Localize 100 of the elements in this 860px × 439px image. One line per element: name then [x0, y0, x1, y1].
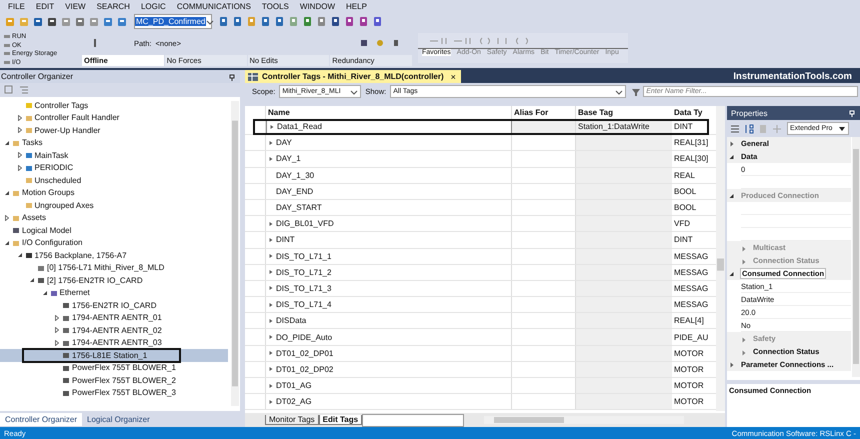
- table-cell[interactable]: DAY_END: [266, 184, 512, 199]
- expand-arrow-icon[interactable]: [729, 154, 735, 160]
- table-cell[interactable]: DT01_AG: [266, 378, 512, 394]
- table-cell[interactable]: DIS_TO_L71_3: [266, 280, 512, 296]
- expand-arrow-icon[interactable]: [54, 314, 60, 321]
- collapse-arrow-icon[interactable]: [16, 252, 22, 258]
- expand-arrow-icon[interactable]: [16, 114, 22, 121]
- expand-arrow-icon[interactable]: [268, 140, 274, 146]
- table-cell[interactable]: DINT: [266, 232, 512, 248]
- pin-icon[interactable]: [228, 72, 236, 80]
- collapse-icon[interactable]: [3, 84, 15, 96]
- tree-item[interactable]: I/O Configuration: [0, 236, 228, 249]
- expand-arrow-icon[interactable]: [729, 140, 735, 146]
- tree-item[interactable]: Ethernet: [0, 286, 228, 299]
- collapse-arrow-icon[interactable]: [29, 277, 35, 284]
- expand-arrow-icon[interactable]: [54, 340, 60, 346]
- menu-item[interactable]: HELP: [346, 2, 367, 10]
- expand-arrow-icon[interactable]: [54, 327, 60, 334]
- column-header[interactable]: Alias For: [512, 106, 576, 119]
- expand-arrow-icon[interactable]: [268, 236, 274, 243]
- tree-item[interactable]: MainTask: [0, 149, 228, 162]
- tree-item[interactable]: Controller Tags: [0, 99, 228, 112]
- scrollbar[interactable]: [484, 416, 684, 424]
- table-cell[interactable]: DAY: [266, 135, 512, 150]
- menu-item[interactable]: EDIT: [36, 2, 54, 10]
- table-cell[interactable]: DIS_TO_L71_2: [266, 264, 512, 280]
- menu-item[interactable]: TOOLS: [262, 2, 289, 10]
- table-cell[interactable]: DIS_TO_L71_1: [266, 248, 512, 264]
- tree-item[interactable]: Assets: [0, 212, 228, 224]
- tree-item[interactable]: 1794-AENTR AENTR_03: [0, 336, 228, 349]
- categorized-icon[interactable]: [729, 122, 741, 134]
- scrollbar[interactable]: [231, 101, 239, 406]
- expand-arrow-icon[interactable]: [268, 350, 274, 356]
- menu-item[interactable]: COMMUNICATIONS: [176, 2, 251, 10]
- column-header[interactable]: Name: [266, 106, 512, 119]
- expand-arrow-icon[interactable]: [268, 334, 274, 340]
- tree-item[interactable]: [0] 1756-L71 Mithi_River_8_MLD: [0, 262, 228, 274]
- collapse-arrow-icon[interactable]: [4, 140, 10, 146]
- tree-item[interactable]: 1794-AENTR AENTR_02: [0, 324, 228, 336]
- table-cell[interactable]: DISData: [266, 313, 512, 328]
- tree-item[interactable]: PERIODIC: [0, 162, 228, 174]
- sheet-tab[interactable]: Edit Tags: [318, 415, 362, 425]
- collapse-arrow-icon[interactable]: [4, 190, 10, 196]
- menu-item[interactable]: VIEW: [65, 2, 86, 10]
- tab-name-field[interactable]: [362, 414, 464, 426]
- expand-icon[interactable]: [18, 84, 30, 96]
- expand-arrow-icon[interactable]: [729, 270, 735, 276]
- table-cell[interactable]: DT01_02_DP01: [266, 346, 512, 361]
- tree-item[interactable]: PowerFlex 755T BLOWER_2: [0, 374, 228, 386]
- tree-item[interactable]: 1756-L81E Station_1: [0, 349, 228, 362]
- expand-arrow-icon[interactable]: [16, 164, 22, 171]
- tree-item[interactable]: Controller Fault Handler: [0, 112, 228, 124]
- expand-arrow-icon[interactable]: [268, 318, 274, 324]
- table-cell[interactable]: DAY_1: [266, 151, 512, 167]
- expand-arrow-icon[interactable]: [268, 382, 274, 389]
- expand-arrow-icon[interactable]: [268, 220, 274, 227]
- expand-arrow-icon[interactable]: [268, 302, 274, 308]
- close-icon[interactable]: ×: [450, 72, 456, 82]
- menu-item[interactable]: FILE: [8, 2, 25, 10]
- expand-arrow-icon[interactable]: [269, 124, 275, 130]
- panel-tab[interactable]: Controller Organizer: [0, 412, 82, 426]
- expand-arrow-icon[interactable]: [268, 285, 274, 292]
- expand-arrow-icon[interactable]: [16, 127, 22, 134]
- tree-item[interactable]: [2] 1756-EN2TR IO_CARD: [0, 274, 228, 286]
- panel-tab[interactable]: Logical Organizer: [82, 412, 155, 426]
- collapse-arrow-icon[interactable]: [4, 240, 10, 246]
- expand-arrow-icon[interactable]: [268, 269, 274, 276]
- column-header[interactable]: Data Ty: [672, 106, 717, 119]
- tree-item[interactable]: Unscheduled: [0, 174, 228, 186]
- tree-item[interactable]: Logical Model: [0, 224, 228, 236]
- document-tab[interactable]: Controller Tags - Mithi_River_8_MLD(controller) ×: [245, 70, 461, 83]
- tree-item[interactable]: PowerFlex 755T BLOWER_3: [0, 386, 228, 399]
- table-cell[interactable]: DIG_BL01_VFD: [266, 216, 512, 232]
- tree-item[interactable]: Tasks: [0, 136, 228, 149]
- table-cell[interactable]: DO_PIDE_Auto: [266, 329, 512, 345]
- tree-item[interactable]: 1756 Backplane, 1756-A7: [0, 249, 228, 262]
- tree-item[interactable]: 1756-EN2TR IO_CARD: [0, 299, 228, 312]
- menu-item[interactable]: SEARCH: [96, 2, 130, 10]
- expand-arrow-icon[interactable]: [16, 152, 22, 158]
- tree-item[interactable]: PowerFlex 755T BLOWER_1: [0, 362, 228, 374]
- expand-arrow-icon[interactable]: [268, 156, 274, 162]
- menu-item[interactable]: LOGIC: [140, 2, 166, 10]
- table-cell[interactable]: DT02_AG: [266, 394, 512, 410]
- scrollbar[interactable]: [716, 106, 725, 411]
- column-header[interactable]: Base Tag: [576, 106, 672, 119]
- table-cell[interactable]: DT01_02_DP02: [266, 362, 512, 377]
- tree-item[interactable]: 1794-AENTR AENTR_01: [0, 312, 228, 324]
- expand-arrow-icon[interactable]: [268, 398, 274, 405]
- scrollbar[interactable]: [852, 137, 860, 377]
- sort-icon[interactable]: [743, 122, 755, 134]
- expand-arrow-icon[interactable]: [268, 253, 274, 260]
- tree-item[interactable]: Motion Groups: [0, 186, 228, 199]
- table-cell[interactable]: DAY_1_30: [266, 168, 512, 183]
- tree-item[interactable]: Ungrouped Axes: [0, 199, 228, 212]
- tree-item[interactable]: Power-Up Handler: [0, 124, 228, 136]
- table-cell[interactable]: DAY_START: [266, 200, 512, 216]
- collapse-arrow-icon[interactable]: [42, 290, 48, 296]
- expand-arrow-icon[interactable]: [268, 366, 274, 372]
- sheet-tab[interactable]: Monitor Tags: [265, 415, 319, 425]
- expand-arrow-icon[interactable]: [729, 362, 735, 368]
